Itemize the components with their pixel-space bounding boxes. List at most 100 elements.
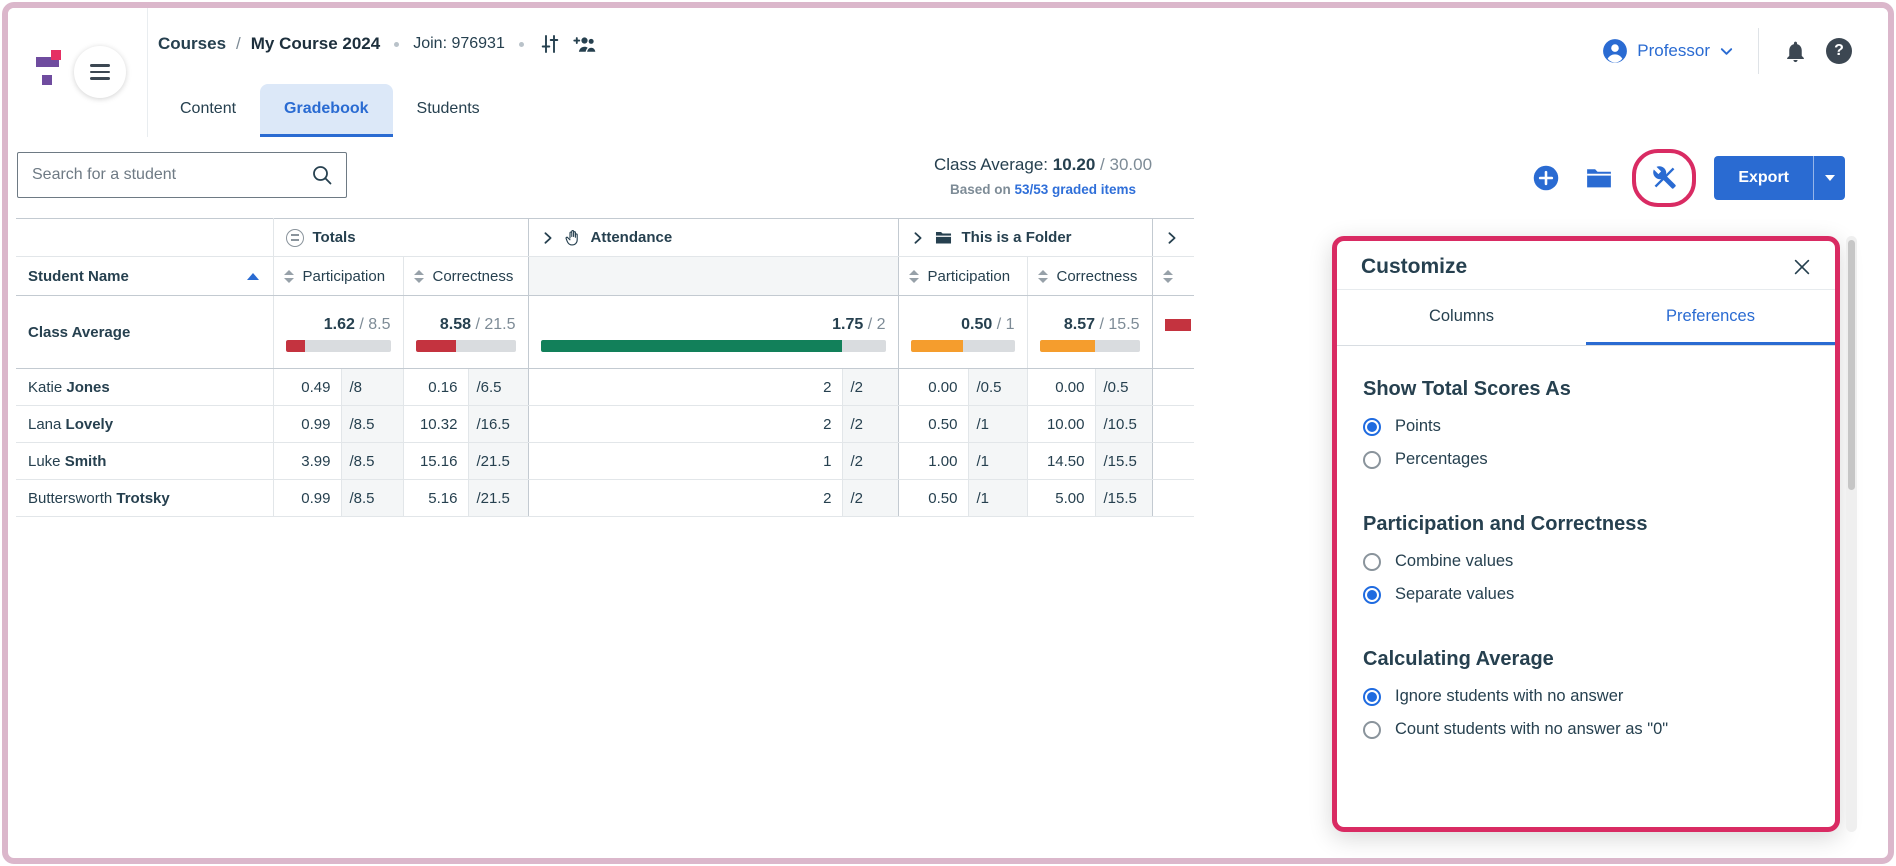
tab-preferences[interactable]: Preferences bbox=[1586, 290, 1835, 345]
sort-icon[interactable] bbox=[283, 269, 294, 283]
grade-cell[interactable]: 0.16 bbox=[403, 368, 469, 406]
grade-cell[interactable]: 1.00 bbox=[898, 442, 969, 480]
totals-icon bbox=[285, 228, 304, 247]
breadcrumb-courses-link[interactable]: Courses bbox=[158, 34, 226, 54]
student-row[interactable]: Katie Jones 0.49 /8 0.16 /6.5 2 /2 0.00 … bbox=[16, 368, 1195, 406]
grade-cell[interactable]: 0.99 bbox=[273, 405, 342, 443]
max-cell: /8 bbox=[341, 368, 404, 406]
grade-cell[interactable]: 14.50 bbox=[1027, 442, 1096, 480]
hidden-cell bbox=[1152, 405, 1195, 443]
radio-icon[interactable] bbox=[1363, 720, 1381, 739]
radio-selected-icon[interactable] bbox=[1363, 585, 1381, 604]
avg-totals-correctness: 8.58 / 21.5 bbox=[403, 295, 529, 369]
class-average-max: 30.00 bbox=[1109, 155, 1153, 174]
avg-folder-participation: 0.50 / 1 bbox=[898, 295, 1028, 369]
graded-items-link[interactable]: 53/53 graded items bbox=[1014, 182, 1136, 197]
chevron-right-icon[interactable] bbox=[541, 231, 555, 245]
radio-option-count-no-answer-zero[interactable]: Count students with no answer as "0" bbox=[1363, 720, 1809, 739]
folder-icon[interactable] bbox=[1584, 163, 1614, 193]
invite-students-icon[interactable] bbox=[572, 32, 596, 56]
radio-selected-icon[interactable] bbox=[1363, 687, 1381, 706]
panel-tabs: Columns Preferences bbox=[1337, 289, 1835, 346]
folder-correctness-header[interactable]: Correctness bbox=[1027, 256, 1153, 296]
student-row[interactable]: Lana Lovely 0.99 /8.5 10.32 /16.5 2 /2 0… bbox=[16, 405, 1195, 443]
radio-icon[interactable] bbox=[1363, 450, 1381, 469]
student-row[interactable]: Luke Smith 3.99 /8.5 15.16 /21.5 1 /2 1.… bbox=[16, 442, 1195, 480]
scrollbar-track[interactable] bbox=[1846, 236, 1857, 832]
radio-option-separate[interactable]: Separate values bbox=[1363, 585, 1809, 604]
hidden-column-header[interactable] bbox=[1152, 256, 1195, 296]
search-icon[interactable] bbox=[310, 163, 334, 187]
tab-columns[interactable]: Columns bbox=[1337, 290, 1586, 345]
grade-cell[interactable]: 0.50 bbox=[898, 405, 969, 443]
chevron-right-icon[interactable] bbox=[1165, 231, 1179, 245]
grade-cell[interactable]: 0.50 bbox=[898, 479, 969, 517]
grade-cell[interactable]: 0.99 bbox=[273, 479, 342, 517]
grade-cell[interactable]: 5.00 bbox=[1027, 479, 1096, 517]
student-name-header[interactable]: Student Name bbox=[16, 256, 274, 296]
sort-icon[interactable] bbox=[1037, 269, 1048, 283]
grade-cell[interactable]: 0.49 bbox=[273, 368, 342, 406]
grade-cell[interactable]: 5.16 bbox=[403, 479, 469, 517]
totals-participation-header[interactable]: Participation bbox=[273, 256, 404, 296]
radio-option-percentages[interactable]: Percentages bbox=[1363, 450, 1809, 469]
sort-icon[interactable] bbox=[413, 269, 424, 283]
tophat-logo[interactable] bbox=[36, 50, 72, 86]
search-input[interactable] bbox=[18, 166, 310, 184]
hamburger-menu-button[interactable] bbox=[74, 46, 126, 98]
radio-option-points[interactable]: Points bbox=[1363, 417, 1809, 436]
group-attendance[interactable]: Attendance bbox=[528, 218, 899, 257]
join-code-label: Join: 976931 bbox=[413, 35, 505, 52]
grade-cell[interactable]: 0.00 bbox=[898, 368, 969, 406]
class-average-summary: Class Average: 10.20 / 30.00 Based on 53… bbox=[838, 155, 1248, 197]
progress-fill-partial bbox=[1164, 319, 1191, 331]
breadcrumb-current-course: My Course 2024 bbox=[250, 34, 381, 53]
gradebook-toolbar: Class Average: 10.20 / 30.00 Based on 53… bbox=[8, 137, 1888, 218]
avg-hidden-column-partial bbox=[1152, 295, 1195, 369]
student-row[interactable]: Buttersworth Trotsky 0.99 /8.5 5.16 /21.… bbox=[16, 479, 1195, 517]
grade-cell[interactable]: 15.16 bbox=[403, 442, 469, 480]
chevron-right-icon[interactable] bbox=[911, 231, 925, 245]
export-button[interactable]: Export bbox=[1714, 155, 1813, 200]
sort-icon[interactable] bbox=[1162, 269, 1173, 283]
section-heading-participation-correctness: Participation and Correctness bbox=[1363, 513, 1648, 535]
export-dropdown-button[interactable] bbox=[1813, 155, 1845, 200]
group-next-collapsed[interactable] bbox=[1152, 218, 1195, 257]
account-area: Professor ? bbox=[1602, 28, 1852, 74]
folder-participation-header[interactable]: Participation bbox=[898, 256, 1028, 296]
tab-students[interactable]: Students bbox=[393, 84, 504, 137]
grade-cell[interactable]: 3.99 bbox=[273, 442, 342, 480]
radio-option-ignore-no-answer[interactable]: Ignore students with no answer bbox=[1363, 687, 1809, 706]
help-icon[interactable]: ? bbox=[1826, 38, 1852, 64]
group-totals[interactable]: Totals bbox=[273, 218, 529, 257]
grade-cell[interactable]: 2 bbox=[528, 405, 843, 443]
radio-selected-icon[interactable] bbox=[1363, 417, 1381, 436]
notifications-bell-icon[interactable] bbox=[1783, 39, 1808, 64]
sort-icon[interactable] bbox=[908, 269, 919, 283]
grade-cell[interactable]: 10.32 bbox=[403, 405, 469, 443]
account-menu-button[interactable]: Professor bbox=[1602, 38, 1734, 64]
group-folder[interactable]: This is a Folder bbox=[898, 218, 1153, 257]
scrollbar-thumb[interactable] bbox=[1848, 240, 1855, 490]
radio-option-combine[interactable]: Combine values bbox=[1363, 552, 1809, 571]
progress-fill bbox=[540, 340, 843, 352]
grade-cell[interactable]: 0.00 bbox=[1027, 368, 1096, 406]
based-on-label: Based on bbox=[949, 182, 1011, 197]
grade-cell[interactable]: 1 bbox=[528, 442, 843, 480]
add-item-icon[interactable] bbox=[1532, 164, 1560, 192]
sort-ascending-icon[interactable] bbox=[246, 272, 259, 280]
grade-cell[interactable]: 2 bbox=[528, 368, 843, 406]
max-cell: /2 bbox=[842, 368, 899, 406]
totals-correctness-header[interactable]: Correctness bbox=[403, 256, 529, 296]
max-cell: /10.5 bbox=[1095, 405, 1153, 443]
course-settings-icon[interactable] bbox=[538, 32, 562, 56]
close-icon[interactable] bbox=[1791, 256, 1813, 278]
preferences-body: Show Total Scores As Points Percentages … bbox=[1337, 346, 1835, 739]
radio-icon[interactable] bbox=[1363, 552, 1381, 571]
tab-gradebook[interactable]: Gradebook bbox=[260, 84, 393, 137]
customize-tools-icon[interactable] bbox=[1651, 164, 1678, 191]
grade-cell[interactable]: 10.00 bbox=[1027, 405, 1096, 443]
class-average-sep: / bbox=[1100, 155, 1105, 174]
tab-content[interactable]: Content bbox=[156, 84, 260, 137]
grade-cell[interactable]: 2 bbox=[528, 479, 843, 517]
